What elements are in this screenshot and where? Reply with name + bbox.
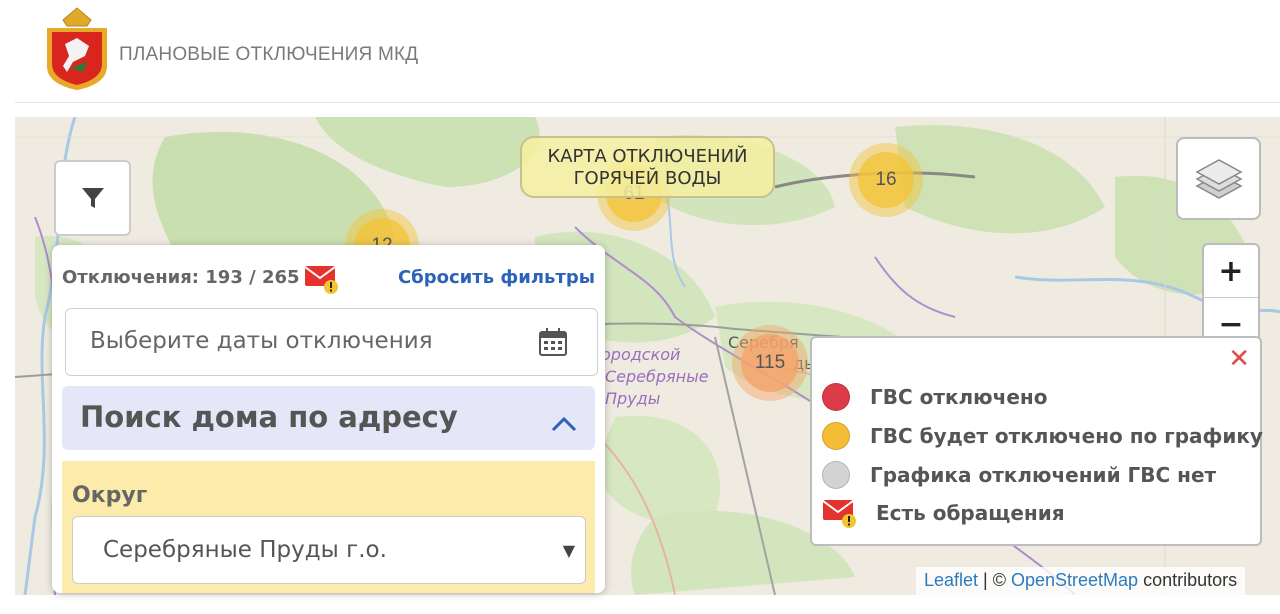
red-dot-icon (822, 383, 850, 411)
gray-dot-icon (822, 461, 850, 489)
legend-label: Графика отключений ГВС нет (870, 463, 1217, 487)
app-title: ПЛАНОВЫЕ ОТКЛЮЧЕНИЯ МКД (119, 44, 419, 65)
chevron-up-icon[interactable] (551, 416, 577, 432)
attribution-separator: | © (978, 570, 1011, 590)
map-title-line: КАРТА ОТКЛЮЧЕНИЙ (547, 146, 748, 167)
district-filter: Округ Серебряные Пруды г.о. ▼ (62, 461, 595, 593)
place-label: Серебряные (605, 367, 709, 386)
legend-item: ГВС отключено (822, 382, 1047, 412)
map-legend: ✕ ГВС отключено ГВС будет отключено по г… (810, 336, 1263, 546)
date-range-field[interactable] (65, 308, 598, 376)
legend-label: Есть обращения (876, 501, 1065, 525)
leaflet-link[interactable]: Leaflet (924, 570, 978, 590)
page-left-edge (0, 0, 15, 614)
page-bottom-strip (0, 595, 1280, 614)
filter-panel: Отключения: 193 / 265 Сбросить фильтры П… (52, 245, 605, 593)
date-range-input[interactable] (88, 327, 532, 355)
cluster-marker[interactable]: 115 (732, 325, 808, 401)
cluster-marker[interactable]: 16 (849, 143, 923, 217)
calendar-icon[interactable] (539, 327, 567, 357)
district-label: Округ (72, 483, 148, 508)
openstreetmap-link[interactable]: OpenStreetMap (1011, 570, 1138, 590)
legend-item: Графика отключений ГВС нет (822, 460, 1216, 490)
moscow-oblast-coat-of-arms-logo (47, 7, 107, 90)
address-search-title: Поиск дома по адресу (80, 400, 458, 434)
select-arrow-icon: ▼ (562, 541, 575, 560)
legend-label: ГВС отключено (870, 385, 1048, 409)
map-attribution: Leaflet | © OpenStreetMap contributors (916, 567, 1246, 595)
mail-warning-icon (304, 266, 338, 294)
place-label: Пруды (605, 389, 660, 408)
outage-counts: Отключения: 193 / 265 (62, 267, 300, 288)
cluster-count: 115 (754, 352, 786, 373)
filter-icon (81, 188, 104, 208)
cluster-count: 16 (875, 169, 897, 190)
district-selected-value: Серебряные Пруды г.о. (103, 537, 387, 563)
filter-toggle-button[interactable] (54, 160, 131, 236)
district-select[interactable]: Серебряные Пруды г.о. ▼ (72, 516, 586, 584)
layers-button[interactable] (1176, 137, 1261, 220)
attribution-contributors: contributors (1138, 570, 1238, 590)
place-label: ородской (601, 345, 680, 364)
reset-filters-link[interactable]: Сбросить фильтры (398, 267, 595, 288)
yellow-dot-icon (822, 422, 850, 450)
address-search-header[interactable]: Поиск дома по адресу (62, 386, 595, 450)
legend-close-icon[interactable]: ✕ (1228, 344, 1250, 374)
mail-warning-icon (822, 500, 856, 528)
zoom-in-button[interactable]: + (1204, 245, 1258, 298)
legend-item: ГВС будет отключено по графику (822, 421, 1263, 451)
legend-label: ГВС будет отключено по графику (870, 424, 1263, 448)
legend-item: Есть обращения (822, 498, 1065, 528)
map-title-line: ГОРЯЧЕЙ ВОДЫ (573, 168, 722, 189)
map-title-badge: КАРТА ОТКЛЮЧЕНИЙ ГОРЯЧЕЙ ВОДЫ (520, 136, 775, 198)
app-header: ПЛАНОВЫЕ ОТКЛЮЧЕНИЯ МКД (0, 0, 1280, 103)
layers-icon (1194, 158, 1243, 199)
